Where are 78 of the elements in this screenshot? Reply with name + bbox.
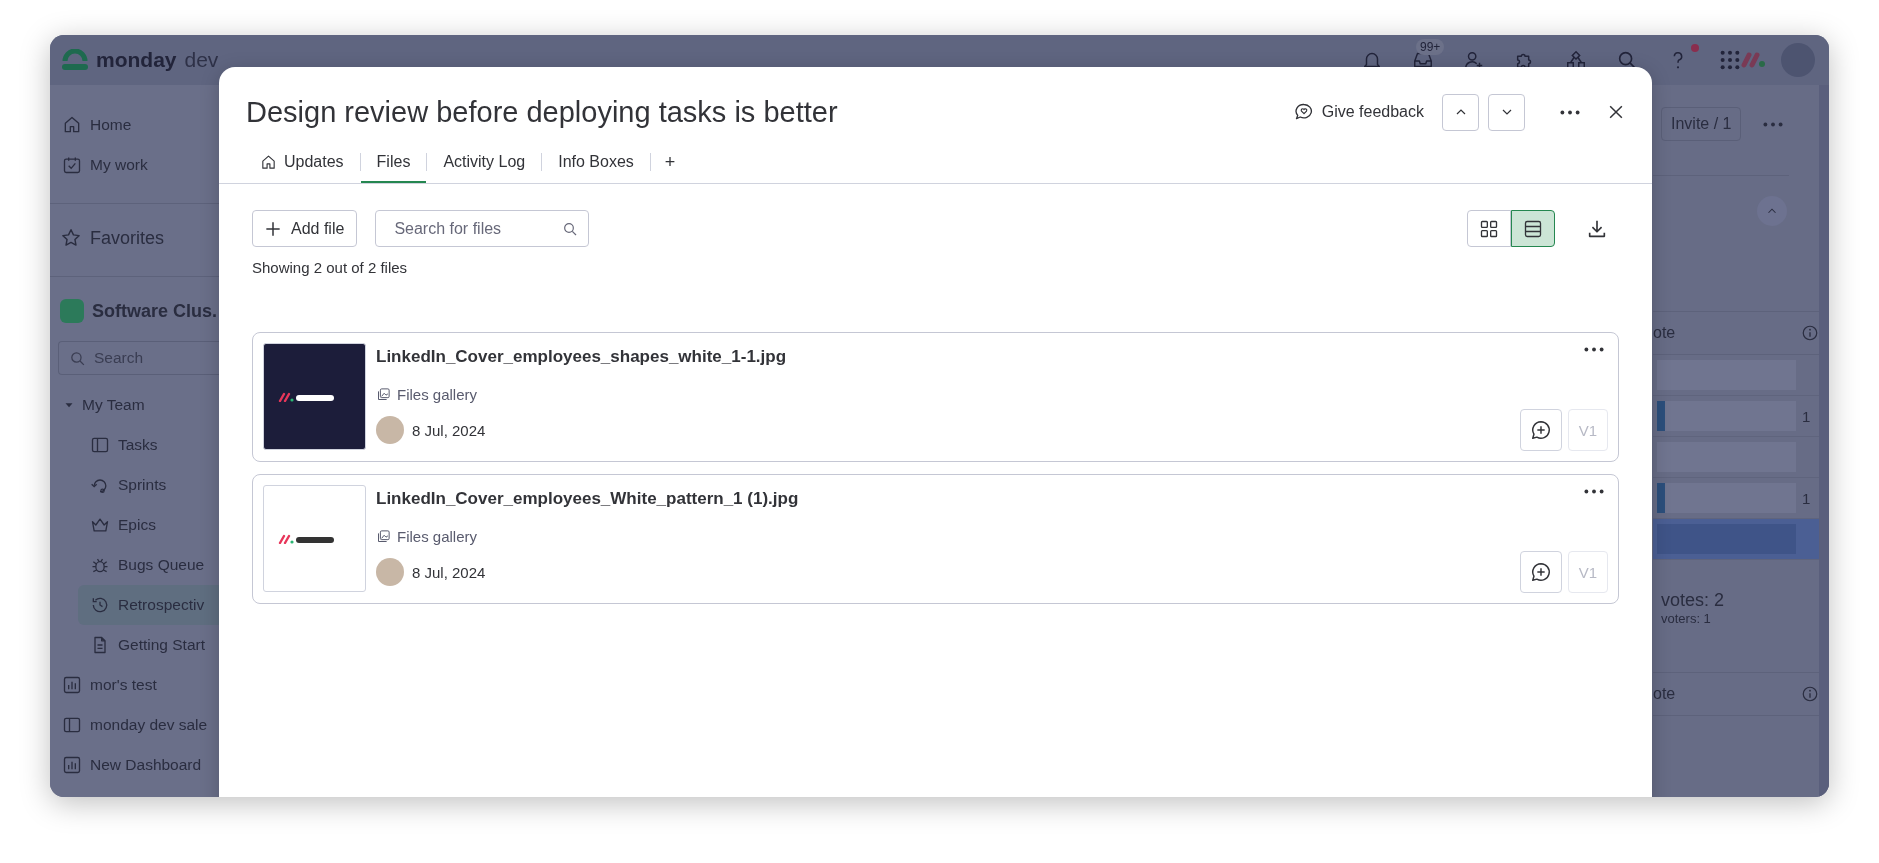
gallery-icon [376,387,391,402]
sidebar-item[interactable]: monday dev sale [50,705,219,745]
more-button[interactable] [1560,109,1580,115]
home-icon [62,115,82,135]
file-name[interactable]: LinkedIn_Cover_employees_White_pattern_1 (1).jpg [376,489,799,509]
sidebar-item[interactable]: Tasks [50,425,219,465]
chart-icon [62,675,82,695]
star-icon [60,227,82,249]
file-source: Files gallery [397,386,478,403]
comment-plus-icon [1530,419,1552,441]
upload-date: 8 Jul, 2024 [412,563,486,581]
home-icon [260,153,277,171]
sidebar-item[interactable]: Epics [50,505,219,545]
version-label[interactable]: V1 [1568,551,1608,593]
grid-view-button[interactable] [1467,210,1511,247]
product-name: dev [184,48,219,72]
more-icon [1763,121,1784,127]
add-comment-button[interactable] [1520,409,1562,451]
upload-date: 8 Jul, 2024 [412,421,486,439]
search-field[interactable]: Search for files [375,210,590,247]
more-icon [1560,109,1580,115]
sidebar-item[interactable]: Retrospectiv [78,585,219,625]
avatar [376,558,404,586]
vote-count: 1 [1802,489,1811,507]
column-header: ote [1653,324,1676,342]
tab[interactable]: Updates [244,143,360,183]
history-icon [90,595,110,615]
image-thumbnail[interactable] [263,485,366,592]
sidebar-item[interactable]: New Dashboard [50,745,219,785]
column-header: ote [1653,685,1676,703]
more-icon [1584,489,1604,494]
votes-total: votes: 2 [1661,590,1726,611]
files-count: Showing 2 out of 2 files [252,259,409,276]
sidebar-folder[interactable]: My Team [50,385,219,425]
chart-icon [62,755,82,775]
comment-plus-icon [1530,561,1552,583]
grid-view-icon [1479,218,1499,239]
more-icon [1584,347,1604,352]
sidebar-item[interactable]: Bugs Queue [50,545,219,585]
tab[interactable]: Activity Log [427,143,542,183]
feedback-icon [1293,102,1314,122]
logo-text: monday [96,48,177,72]
sidebar-item[interactable]: Favorites [50,218,219,258]
board-icon [90,435,110,455]
invite-button[interactable]: Invite / 1 [1661,107,1742,141]
vote-count: 1 [1802,407,1811,425]
workspace-name[interactable]: Software Clus. [92,300,218,322]
tab[interactable]: Info Boxes [542,143,650,183]
file-name[interactable]: LinkedIn_Cover_employees_shapes_white_1-1.jpg [376,347,787,367]
search-icon [562,220,579,237]
sidebar-item[interactable]: Sprints [50,465,219,505]
apps-grid-icon [1719,49,1741,71]
file-source: Files gallery [397,528,478,545]
logo-icon [62,49,88,71]
sidebar-item[interactable]: My work [50,145,219,185]
sidebar-item[interactable]: mor's test [50,665,219,705]
version-label[interactable]: V1 [1568,409,1608,451]
voters-total: voters: 1 [1661,611,1712,626]
board-icon [62,715,82,735]
add-tab-button[interactable]: + [650,151,690,173]
calendar-icon [62,155,82,175]
info-icon [1801,324,1819,342]
info-icon [1801,685,1819,703]
workspace-icon [60,299,84,323]
avatar [376,416,404,444]
list-view-icon [1523,218,1543,239]
add-file-button[interactable]: Add file [252,210,358,247]
item-title: Design review before deploying tasks is better [246,95,839,129]
search-icon [69,349,86,367]
logo-icon [1741,52,1767,68]
gallery-icon [376,529,391,544]
image-thumbnail[interactable] [263,343,366,450]
sidebar-item[interactable]: Getting Start [50,625,219,665]
feedback-button[interactable]: Give feedback [1293,102,1424,122]
inbox-count-badge: 99+ [1416,39,1445,55]
sidebar-item[interactable]: Home [50,105,219,145]
add-comment-button[interactable] [1520,551,1562,593]
list-view-button[interactable] [1511,210,1555,247]
